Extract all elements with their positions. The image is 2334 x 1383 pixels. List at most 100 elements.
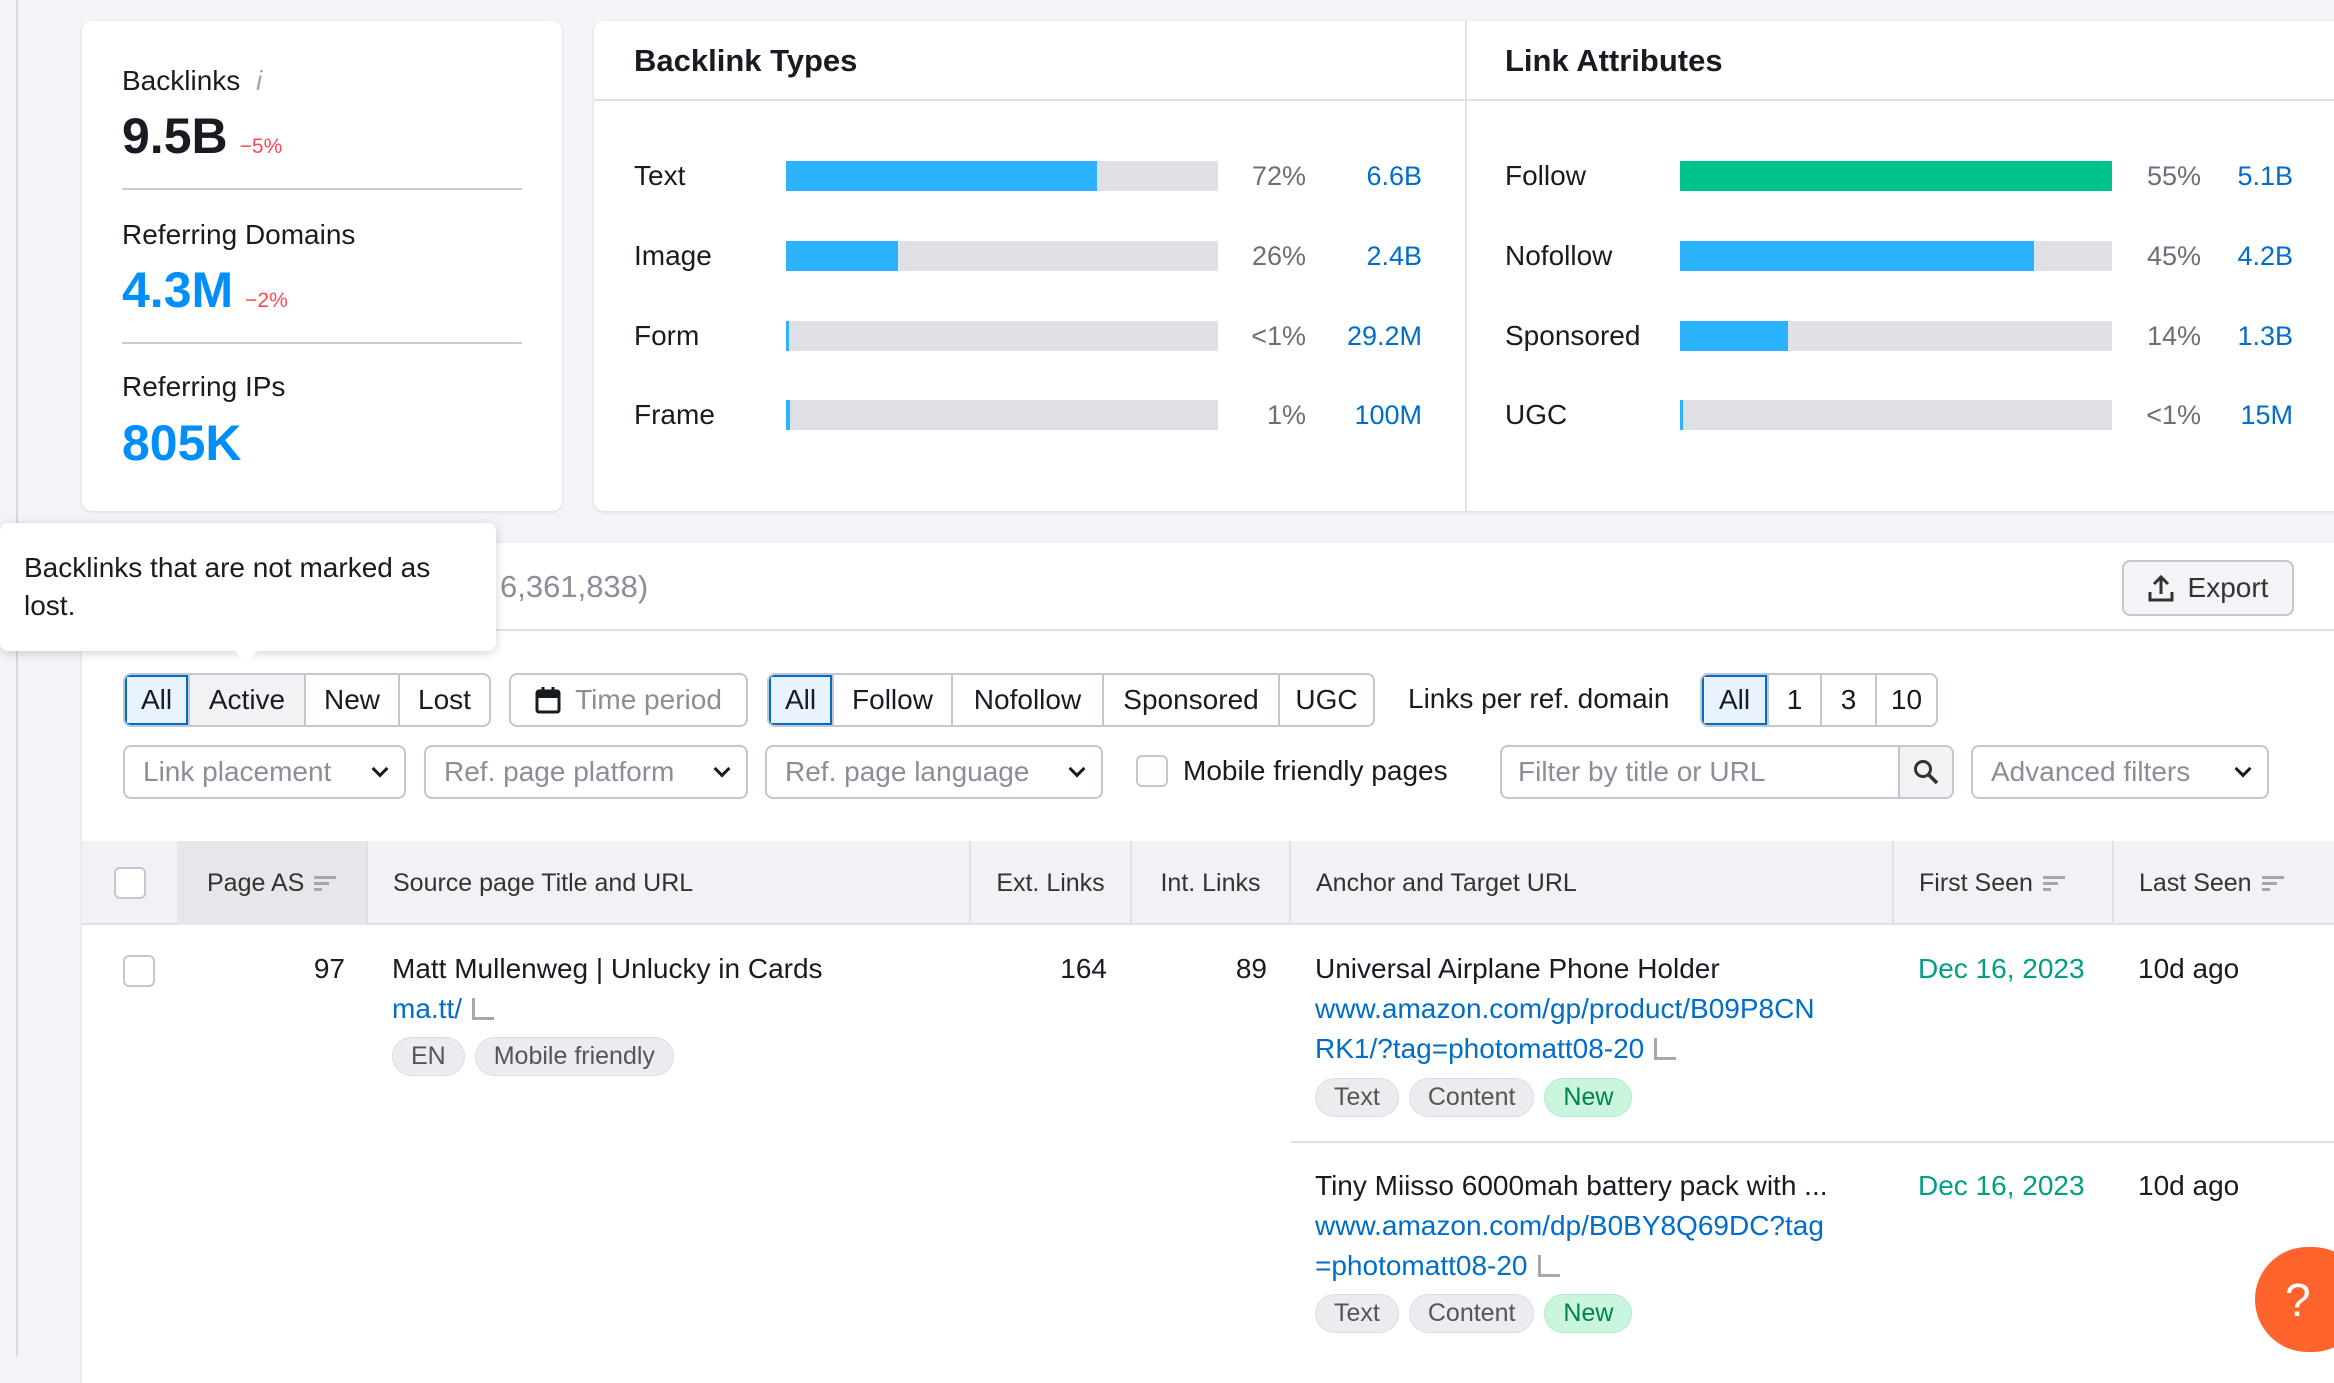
backlink_types-bar [786, 321, 1218, 351]
attribute-follow[interactable]: Follow [834, 675, 953, 725]
link_attributes-label: Follow [1505, 160, 1586, 191]
ref-platform-dropdown[interactable]: Ref. page platform [424, 745, 748, 799]
attribute-nofollow[interactable]: Nofollow [953, 675, 1104, 725]
distribution-card: Backlink Types Link Attributes Text 72% … [594, 21, 2334, 511]
header-label: Page AS [207, 868, 305, 897]
status-new[interactable]: New [306, 675, 400, 725]
referring-ips-label: Referring IPs [122, 371, 286, 402]
backlink_types-percent: 26% [1251, 240, 1306, 271]
external-link-icon[interactable] [1654, 1038, 1677, 1060]
backlink_types-value[interactable]: 2.4B [1302, 236, 1422, 276]
export-label: Export [2187, 572, 2269, 603]
status-all[interactable]: All [125, 675, 190, 725]
links-per-domain-1[interactable]: 1 [1769, 675, 1822, 725]
attribute-sponsored[interactable]: Sponsored [1104, 675, 1280, 725]
chevron-down-icon [1068, 760, 1086, 778]
language-tag: EN [392, 1037, 465, 1076]
tooltip-text: Backlinks that are not marked as lost. [24, 552, 431, 621]
backlink_types-value[interactable]: 29.2M [1302, 316, 1422, 356]
link_attributes-value[interactable]: 1.3B [2173, 316, 2293, 356]
backlink_types-bar-fill [786, 321, 790, 351]
link-attributes-title: Link Attributes [1505, 43, 1723, 78]
target-url[interactable]: www.amazon.com/dp/B0BY8Q69DC?tag [1315, 1210, 1824, 1242]
header-label: Anchor and Target URL [1316, 868, 1577, 897]
external-link-icon[interactable] [1537, 1255, 1560, 1277]
referring-domains-row: 4.3M −2% [122, 261, 288, 319]
anchor-text: Tiny Miisso 6000mah battery pack with ..… [1315, 1170, 1828, 1201]
link_attributes-value[interactable]: 4.2B [2173, 236, 2293, 276]
row-checkbox[interactable] [123, 955, 155, 987]
attribute-ugc[interactable]: UGC [1280, 675, 1373, 725]
link_attributes-value[interactable]: 15M [2173, 395, 2293, 435]
time-period-label: Time period [575, 684, 722, 715]
select-all-checkbox[interactable] [113, 867, 146, 899]
source-tags: EN Mobile friendly [392, 1037, 684, 1076]
upload-icon [2148, 574, 2174, 602]
search-field: Filter by title or URL [1500, 745, 1954, 799]
status-lost[interactable]: Lost [400, 675, 489, 725]
sort-icon [2042, 873, 2065, 894]
external-link-icon[interactable] [472, 998, 495, 1020]
target-url[interactable]: RK1/?tag=photomatt08-20 [1315, 1033, 1644, 1064]
link-placement-dropdown[interactable]: Link placement [123, 745, 406, 799]
help-icon: ? [2285, 1273, 2311, 1326]
target-url-cont[interactable]: RK1/?tag=photomatt08-20 [1315, 1033, 1677, 1065]
divider [122, 342, 522, 344]
time-period-button[interactable]: Time period [509, 673, 748, 727]
links-per-domain-10[interactable]: 10 [1877, 675, 1936, 725]
target-url[interactable]: www.amazon.com/gp/product/B09P8CN [1315, 993, 1815, 1025]
backlink_types-label: Form [634, 320, 700, 351]
links-per-domain-all[interactable]: All [1702, 675, 1769, 725]
referring-domains-value[interactable]: 4.3M [122, 262, 233, 318]
placement-tag: Content [1408, 1294, 1535, 1333]
target-url[interactable]: =photomatt08-20 [1315, 1250, 1528, 1281]
header-int-links[interactable]: Int. Links [1132, 841, 1291, 925]
mobile-friendly-label[interactable]: Mobile friendly pages [1183, 755, 1448, 787]
backlink_types-bar-fill [786, 161, 1098, 191]
header-page-as[interactable]: Page AS [177, 841, 368, 925]
backlink_types-value[interactable]: 100M [1302, 395, 1422, 435]
target-url-cont[interactable]: =photomatt08-20 [1315, 1250, 1560, 1282]
header-first-seen[interactable]: First Seen [1894, 841, 2114, 925]
header-label: Last Seen [2139, 868, 2252, 897]
source-url[interactable]: ma.tt/ [392, 993, 462, 1024]
type-tag: Text [1315, 1078, 1399, 1117]
first-seen: Dec 16, 2023 [1918, 1170, 2085, 1201]
new-tag: New [1544, 1294, 1633, 1333]
anchor-tags: Text Content New [1315, 1294, 1642, 1333]
sort-icon [314, 873, 337, 894]
ref-language-dropdown[interactable]: Ref. page language [765, 745, 1103, 799]
source-url-link[interactable]: ma.tt/ [392, 993, 495, 1025]
links-per-domain-3[interactable]: 3 [1822, 675, 1877, 725]
anchor-tags: Text Content New [1315, 1078, 1642, 1117]
link_attributes-label: Nofollow [1505, 240, 1613, 271]
mobile-friendly-checkbox[interactable] [1136, 755, 1168, 787]
chevron-down-icon [713, 760, 731, 778]
type-tag: Text [1315, 1294, 1399, 1333]
sidebar-divider [16, 0, 18, 1356]
attribute-all[interactable]: All [769, 675, 834, 725]
link_attributes-label: UGC [1505, 399, 1568, 430]
search-button[interactable] [1898, 747, 1952, 797]
link_attributes-bar-fill [1680, 241, 2035, 271]
tooltip: Backlinks that are not marked as lost. [0, 523, 496, 663]
status-active[interactable]: Active [190, 675, 306, 725]
info-icon[interactable]: i [256, 65, 262, 96]
source-title: Matt Mullenweg | Unlucky in Cards [392, 953, 823, 984]
advanced-filters-dropdown[interactable]: Advanced filters [1971, 745, 2269, 799]
time-period-inner: Time period [511, 675, 746, 725]
backlinks-value-row: 9.5B −5% [122, 107, 282, 165]
backlink_types-value[interactable]: 6.6B [1302, 156, 1422, 196]
link_attributes-bar-fill [1680, 161, 2112, 191]
link_attributes-value[interactable]: 5.1B [2173, 156, 2293, 196]
search-input[interactable]: Filter by title or URL [1502, 756, 1898, 788]
summary-card: Backlinks i 9.5B −5% Referring Domains 4.… [82, 21, 562, 511]
header-ext-links[interactable]: Ext. Links [971, 841, 1132, 925]
export-button[interactable]: Export [2122, 560, 2294, 616]
last-seen: 10d ago [2138, 1170, 2240, 1201]
ext-links-value: 164 [1060, 953, 1107, 984]
header-label: Source page Title and URL [393, 868, 694, 897]
header-last-seen[interactable]: Last Seen [2114, 841, 2334, 925]
referring-ips-value[interactable]: 805K [122, 414, 242, 472]
backlink_types-label: Frame [634, 399, 715, 430]
